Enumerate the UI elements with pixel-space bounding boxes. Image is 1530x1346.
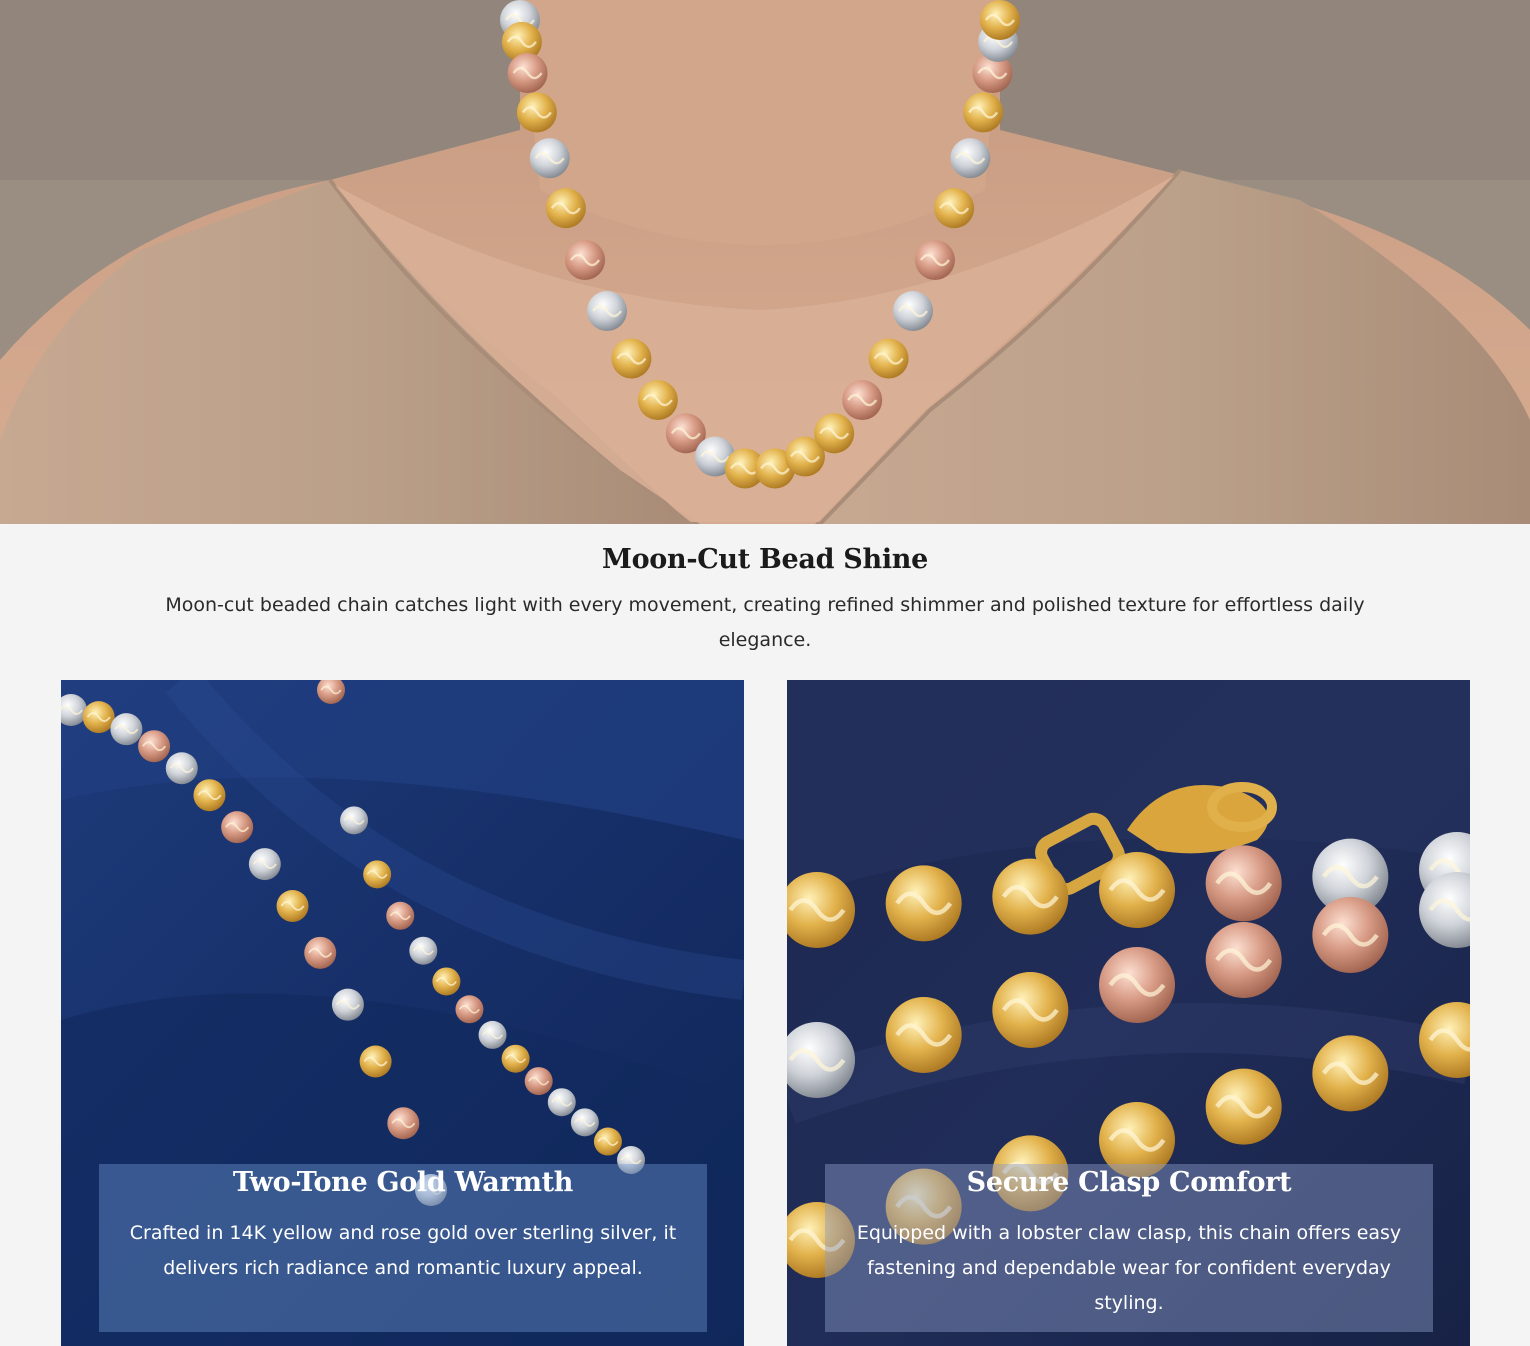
hero-photo: [0, 0, 1530, 524]
feature-card-two-tone: Two-Tone Gold Warmth Crafted in 14K yell…: [61, 680, 744, 1346]
intro-section: Moon-Cut Bead Shine Moon-cut beaded chai…: [0, 524, 1530, 680]
card-caption: Two-Tone Gold Warmth Crafted in 14K yell…: [99, 1164, 707, 1332]
card-description: Crafted in 14K yellow and rose gold over…: [129, 1222, 677, 1279]
section-title: Moon-Cut Bead Shine: [602, 544, 928, 575]
feature-card-clasp: Secure Clasp Comfort Equipped with a lob…: [787, 680, 1470, 1346]
card-title: Secure Clasp Comfort: [966, 1167, 1292, 1198]
section-description: Moon-cut beaded chain catches light with…: [165, 594, 1365, 651]
hero-image: [0, 0, 1530, 524]
card-description: Equipped with a lobster claw clasp, this…: [856, 1222, 1402, 1314]
card-caption: Secure Clasp Comfort Equipped with a lob…: [825, 1164, 1433, 1332]
bead: [787, 872, 855, 948]
card-title: Two-Tone Gold Warmth: [232, 1167, 574, 1198]
